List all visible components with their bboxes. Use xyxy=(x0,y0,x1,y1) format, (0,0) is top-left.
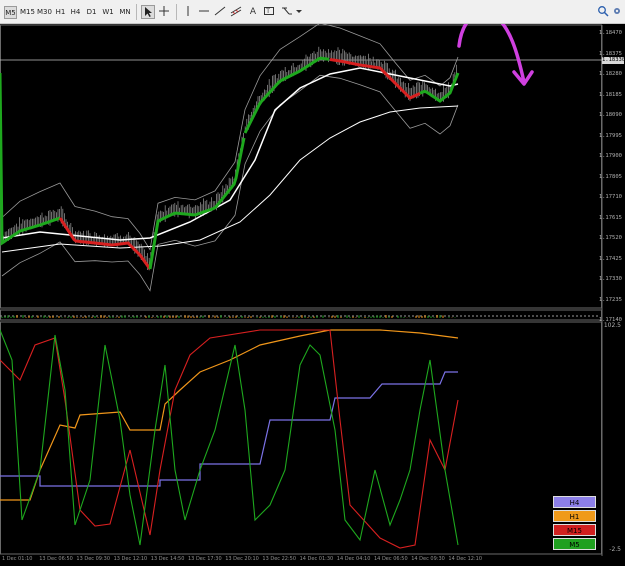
price-scale-label: 1.18280 xyxy=(598,71,622,77)
oscillator-bottom-label: -2.5 xyxy=(609,546,621,553)
trendline-icon[interactable] xyxy=(213,5,227,19)
search-icon[interactable] xyxy=(597,5,609,20)
price-scale-label: 1.17425 xyxy=(598,255,622,262)
legend-h1: H1 xyxy=(553,510,596,522)
price-scale-label: 1.18470 xyxy=(598,30,622,36)
chart-toolbar: M5 M15 M30 H1 H4 D1 W1 MN A T xyxy=(0,0,625,24)
time-axis-label: 13 Dec 17:30 xyxy=(188,556,222,562)
trend-line-segment xyxy=(0,72,61,246)
time-axis-label: 13 Dec 20:10 xyxy=(225,556,259,562)
current-price-tag: 1.18330 xyxy=(602,57,625,64)
svg-text:T: T xyxy=(265,8,270,15)
timeframe-m30[interactable]: M30 xyxy=(37,6,52,19)
time-axis-label: 13 Dec 14:50 xyxy=(150,556,185,562)
price-scale-label: 1.17900 xyxy=(598,153,622,159)
crosshair-icon[interactable] xyxy=(157,5,171,19)
price-scale-label: 1.17615 xyxy=(598,214,622,221)
toolbar-separator xyxy=(136,4,137,20)
trend-line-segment xyxy=(243,56,330,134)
volume-pane-border xyxy=(0,309,602,321)
price-scale-label: 1.17805 xyxy=(598,173,622,180)
oscillator-pane-border xyxy=(0,321,602,555)
time-axis-label: 14 Dec 01:30 xyxy=(299,556,334,562)
time-axis-label: 13 Dec 09:30 xyxy=(76,556,111,562)
time-axis-label: 13 Dec 06:50 xyxy=(39,556,73,562)
time-axis-label: 13 Dec 12:10 xyxy=(113,556,148,562)
timeframe-h1[interactable]: H1 xyxy=(55,6,66,19)
timeframe-m15[interactable]: M15 xyxy=(20,6,35,19)
timeframe-mn[interactable]: MN xyxy=(119,6,131,19)
toolbar-separator xyxy=(176,4,177,20)
price-scale-label: 1.17995 xyxy=(598,132,622,139)
price-scale-label: 1.17330 xyxy=(598,276,622,282)
legend-h4: H4 xyxy=(553,496,596,508)
shapes-dropdown-icon[interactable] xyxy=(280,5,304,19)
price-scale-label: 1.18090 xyxy=(598,112,622,118)
time-axis-label: 14 Dec 04:10 xyxy=(336,556,371,562)
time-axis-label: 13 Dec 22:50 xyxy=(262,556,297,562)
horizontal-line-icon[interactable] xyxy=(197,5,211,19)
label-icon[interactable]: T xyxy=(262,5,276,19)
price-scale-label: 1.18185 xyxy=(598,91,622,98)
chart-canvas xyxy=(0,10,603,556)
timeframe-w1[interactable]: W1 xyxy=(102,6,114,19)
lower-band xyxy=(1,74,459,292)
vertical-line-icon[interactable] xyxy=(181,5,195,19)
time-axis-label: 14 Dec 06:50 xyxy=(374,556,408,562)
price-chart[interactable] xyxy=(0,10,625,564)
legend-m5: M5 xyxy=(553,538,596,550)
trend-line-segment xyxy=(148,137,246,270)
timeframe-d1[interactable]: D1 xyxy=(86,6,97,19)
price-scale-label: 1.18375 xyxy=(598,50,622,57)
time-axis-label: 1 Dec 01:10 xyxy=(2,556,33,562)
h1-oscillator-line xyxy=(0,329,459,501)
settings-icon[interactable] xyxy=(612,5,622,20)
price-scale-label: 1.17710 xyxy=(598,194,622,200)
text-icon[interactable]: A xyxy=(246,5,260,19)
time-axis-label: 14 Dec 12:10 xyxy=(448,556,483,562)
cursor-icon[interactable] xyxy=(141,5,155,19)
price-scale-label: 1.17520 xyxy=(598,235,622,241)
channel-icon[interactable] xyxy=(229,5,243,19)
fast-moving-average xyxy=(1,67,459,241)
time-axis: 1 Dec 01:10 13 Dec 06:50 13 Dec 09:30 13 De… xyxy=(0,556,625,564)
legend-m15: M15 xyxy=(553,524,596,536)
timeframe-h4[interactable]: H4 xyxy=(70,6,81,19)
timeframe-m5[interactable]: M5 xyxy=(4,6,17,19)
time-axis-label: 14 Dec 09:30 xyxy=(411,556,445,562)
oscillator-top-label: 102.5 xyxy=(603,322,621,329)
upper-band xyxy=(1,22,459,251)
m5-oscillator-line xyxy=(0,329,459,546)
price-scale-label: 1.17235 xyxy=(598,296,622,303)
